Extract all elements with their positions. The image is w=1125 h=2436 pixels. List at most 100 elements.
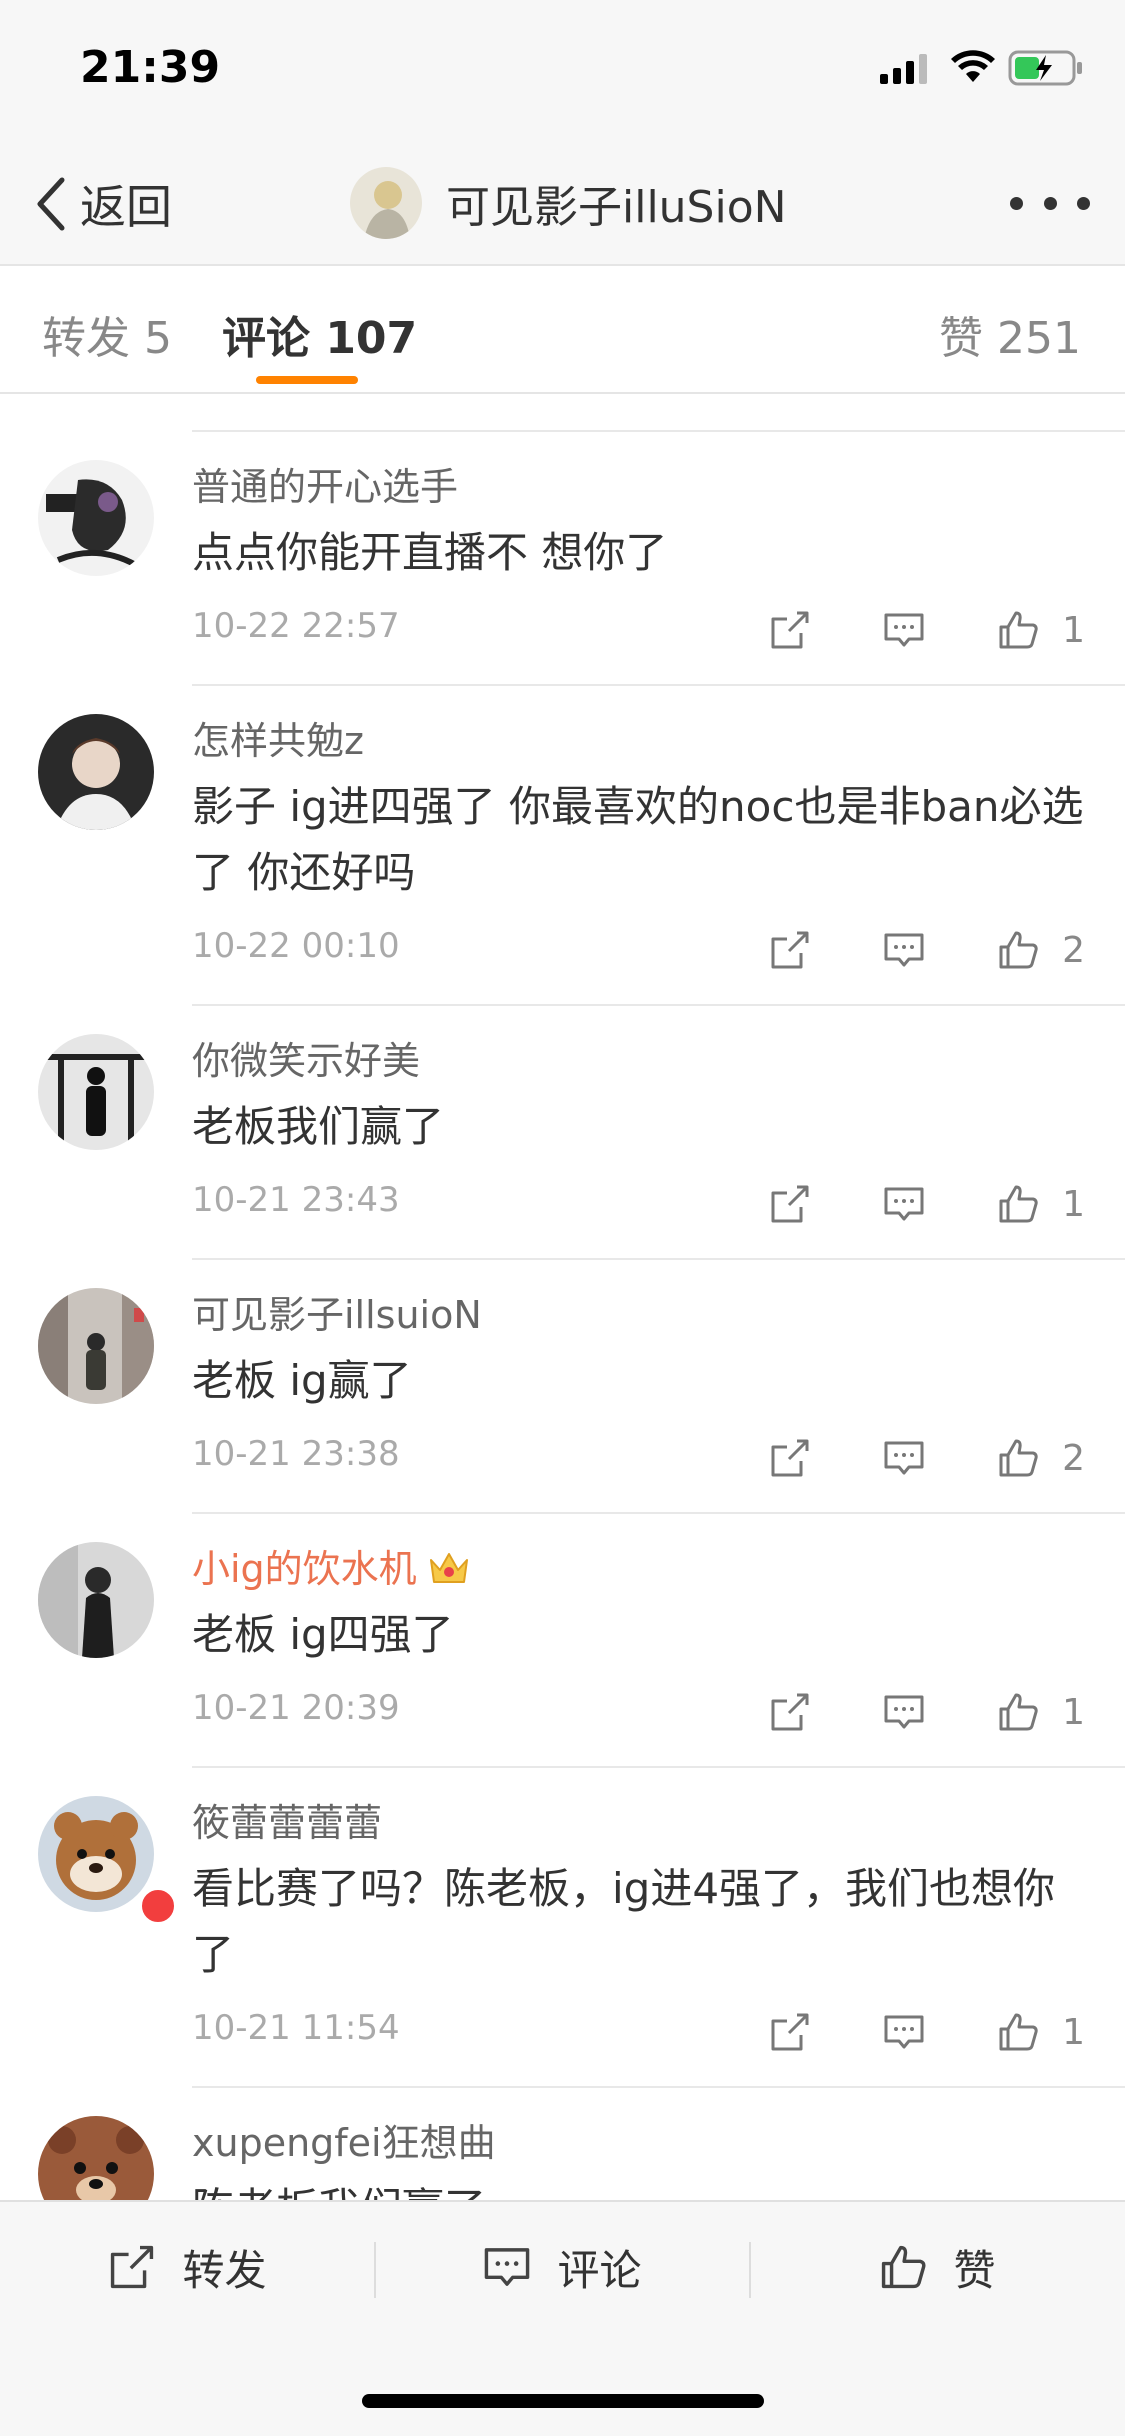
user-avatar[interactable] <box>38 1034 154 1150</box>
thumbs-up-icon <box>999 611 1038 649</box>
like-button[interactable] <box>988 1682 1048 1742</box>
comment-item[interactable]: xupengfei狂想曲 陈老板我们赢了 <box>38 2088 1125 2200</box>
reply-button[interactable] <box>874 1174 934 1234</box>
comment-timestamp: 10-22 22:57 <box>192 606 400 646</box>
comment-username[interactable]: 你微笑示好美 <box>192 1006 1125 1086</box>
comment-icon <box>884 933 924 967</box>
more-options-icon[interactable] <box>1010 178 1090 228</box>
comment-actions: 1 <box>760 600 1085 660</box>
comment-item[interactable]: 普通的开心选手 点点你能开直播不 想你了 10-22 22:57 1 <box>38 432 1125 686</box>
like-count: 1 <box>1062 1691 1085 1733</box>
like-count: 1 <box>1062 609 1085 651</box>
comment-icon <box>884 1187 924 1221</box>
comment-timestamp: 10-21 20:39 <box>192 1688 400 1728</box>
share-button[interactable] <box>760 600 820 660</box>
user-avatar[interactable] <box>38 460 154 576</box>
tab-likes[interactable]: 赞 251 <box>939 302 1081 366</box>
comment-username[interactable]: 普通的开心选手 <box>192 432 1125 512</box>
comment-timestamp: 10-22 00:10 <box>192 926 400 966</box>
comment-username[interactable]: 怎样共勉z <box>192 686 1125 766</box>
wifi-icon <box>951 50 995 82</box>
thumbs-up-icon <box>882 2245 926 2289</box>
comment-text: 老板 ig赢了 <box>192 1356 412 1405</box>
tab-repost[interactable]: 转发 5 <box>42 302 172 366</box>
comment-icon <box>884 2015 924 2049</box>
reply-button[interactable] <box>874 2002 934 2062</box>
like-post-button[interactable]: 赞 <box>750 2202 1125 2332</box>
thumbs-up-icon <box>999 931 1038 969</box>
comment-meta: 10-21 23:43 1 <box>192 1160 1125 1256</box>
comment-icon <box>884 1695 924 1729</box>
screen: 21:39 返回 可见影子illuSioN 转发 5 评论 107 赞 251 … <box>0 0 1125 2436</box>
thumbs-up-icon <box>999 1185 1038 1223</box>
thumbs-up-icon <box>999 1693 1038 1731</box>
comment-text: 陈老板我们赢了 <box>192 2176 1125 2200</box>
comment-item[interactable]: 怎样共勉z 影子 ig进四强了 你最喜欢的noc也是非ban必选了 你还好吗 1… <box>38 686 1125 1006</box>
comment-item[interactable]: 小ig的饮水机 老板 ig四强了 10-21 20:39 1 <box>38 1514 1125 1768</box>
comment-username[interactable]: xupengfei狂想曲 <box>192 2088 1125 2168</box>
comment-username[interactable]: 可见影子illsuioN <box>192 1260 1125 1340</box>
like-label: 赞 <box>953 2245 996 2295</box>
share-icon <box>771 611 809 649</box>
comment-username[interactable]: 小ig的饮水机 <box>192 1547 417 1591</box>
comment-timestamp: 10-21 23:38 <box>192 1434 400 1474</box>
comment-text: 老板我们赢了 <box>192 1102 445 1151</box>
author-avatar <box>350 167 422 239</box>
comment-list[interactable]: 普通的开心选手 点点你能开直播不 想你了 10-22 22:57 1 怎样共勉z… <box>0 394 1125 2200</box>
verified-badge-icon <box>138 1886 178 1926</box>
tab-comments[interactable]: 评论 107 <box>222 302 417 366</box>
like-button[interactable] <box>988 1174 1048 1234</box>
battery-charging-icon <box>1008 50 1082 86</box>
comment-username[interactable]: 筱蕾蕾蕾蕾 <box>192 1768 1125 1848</box>
like-button[interactable] <box>988 2002 1048 2062</box>
reply-button[interactable] <box>874 1682 934 1742</box>
comment-text: 看比赛了吗？陈老板，ig进4强了，我们也想你了 <box>192 1864 1056 1979</box>
comment-actions: 1 <box>760 2002 1085 2062</box>
home-indicator[interactable] <box>362 2394 764 2408</box>
share-icon <box>771 2013 809 2051</box>
share-icon <box>771 1185 809 1223</box>
comment-item[interactable]: 可见影子illsuioN 老板 ig赢了 10-21 23:38 2 <box>38 1260 1125 1514</box>
comment-meta: 10-21 11:54 1 <box>192 1988 1125 2084</box>
back-button[interactable]: 返回 <box>32 164 172 244</box>
reply-button[interactable] <box>874 1428 934 1488</box>
like-button[interactable] <box>988 600 1048 660</box>
comment-item[interactable]: 筱蕾蕾蕾蕾 看比赛了吗？陈老板，ig进4强了，我们也想你了 10-21 11:5… <box>38 1768 1125 2088</box>
comment-timestamp: 10-21 11:54 <box>192 2008 400 2048</box>
user-avatar[interactable] <box>38 1288 154 1404</box>
thumbs-up-icon <box>999 2013 1038 2051</box>
share-icon <box>771 931 809 969</box>
comment-meta: 10-21 23:38 2 <box>192 1414 1125 1510</box>
nav-title: 可见影子illuSioN <box>446 182 787 233</box>
comment-actions: 1 <box>760 1682 1085 1742</box>
comment-actions: 1 <box>760 1174 1085 1234</box>
share-button[interactable] <box>760 1174 820 1234</box>
like-button[interactable] <box>988 920 1048 980</box>
share-button[interactable] <box>760 2002 820 2062</box>
user-avatar[interactable] <box>38 2116 154 2200</box>
comment-text: 点点你能开直播不 想你了 <box>192 528 668 577</box>
repost-button[interactable]: 转发 <box>0 2202 375 2332</box>
reply-button[interactable] <box>874 600 934 660</box>
chevron-left-icon <box>37 177 65 231</box>
comment-icon <box>884 613 924 647</box>
reply-button[interactable] <box>874 920 934 980</box>
user-avatar[interactable] <box>38 714 154 830</box>
like-button[interactable] <box>988 1428 1048 1488</box>
user-avatar[interactable] <box>38 1542 154 1658</box>
comment-meta: 10-22 22:57 1 <box>192 586 1125 682</box>
share-button[interactable] <box>760 1428 820 1488</box>
user-avatar[interactable] <box>38 1796 154 1912</box>
share-button[interactable] <box>760 1682 820 1742</box>
comment-username-vip[interactable]: 小ig的饮水机 <box>192 1514 1125 1594</box>
comment-button[interactable]: 评论 <box>375 2202 750 2332</box>
comment-item[interactable]: 你微笑示好美 老板我们赢了 10-21 23:43 1 <box>38 1006 1125 1260</box>
previous-comment-remnant <box>192 394 1125 432</box>
back-label: 返回 <box>80 180 172 234</box>
nav-bar: 返回 可见影子illuSioN <box>0 140 1125 266</box>
nav-author[interactable]: 可见影子illuSioN <box>350 160 787 246</box>
like-count: 1 <box>1062 1183 1085 1225</box>
share-button[interactable] <box>760 920 820 980</box>
vip-crown-icon <box>429 1553 468 1583</box>
comment-text: 影子 ig进四强了 你最喜欢的noc也是非ban必选了 你还好吗 <box>192 782 1084 897</box>
